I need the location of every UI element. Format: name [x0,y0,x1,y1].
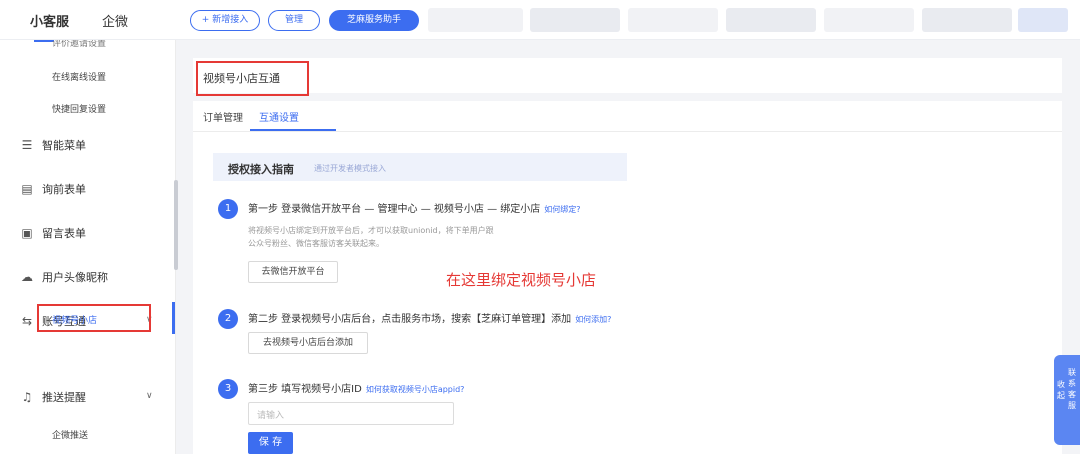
scroll-marker [34,40,54,42]
sidebar-item-label: 推送提醒 [42,391,86,404]
guide-title: 授权接入指南 [228,163,294,176]
step-title-text: 第一步 登录微信开放平台 — 管理中心 — 视频号小店 — 绑定小店 [248,204,541,215]
blurred-tab[interactable] [428,8,523,32]
sidebar-item-leave-form[interactable]: ▣ 留言表单 [20,225,86,241]
step-title: 第二步 登录视频号小店后台，点击服务市场，搜索【芝麻订单管理】添加 如何添加? [248,310,611,325]
sidebar-item-avatar-nick[interactable]: ☁ 用户头像昵称 [20,269,108,285]
tab-divider [193,131,1062,132]
sidebar-item-label: 用户头像昵称 [42,271,108,284]
sidebar-item-evaluation[interactable]: 评价邀请设置 [52,40,106,49]
blurred-tab[interactable] [824,8,914,32]
step-number: 1 [218,199,238,219]
save-button[interactable]: 保 存 [248,432,293,454]
active-indicator [172,302,175,334]
step-description: 公众号粉丝、微信客服访客关联起来。 [248,239,384,248]
wecom-tab[interactable]: 企微 [102,11,128,30]
step-title-text: 第二步 登录视频号小店后台，点击服务市场，搜索【芝麻订单管理】添加 [248,314,572,325]
how-to-get-appid-link[interactable]: 如何获取视频号小店appid? [366,385,465,394]
shop-id-input[interactable]: 请输入 [248,402,454,425]
cloud-icon: ☁ [21,270,33,284]
blurred-tab[interactable] [1018,8,1068,32]
chevron-down-icon[interactable]: ∨ [146,391,153,401]
sidebar-item-push-remind[interactable]: ♫ 推送提醒 [20,389,86,405]
manage-button[interactable]: 管理 [268,10,320,31]
sidebar-item-online-offline[interactable]: 在线离线设置 [52,70,106,83]
sidebar-item-label: 留言表单 [42,227,86,240]
bell-icon: ♫ [21,390,33,404]
blurred-tab[interactable] [530,8,620,32]
how-to-add-link[interactable]: 如何添加? [575,315,611,324]
floating-panel[interactable]: 收起 联系客服 [1054,355,1080,445]
blurred-tab[interactable] [726,8,816,32]
sidebar-item-quick-reply[interactable]: 快捷回复设置 [52,102,106,115]
message-form-icon: ▣ [21,226,33,240]
step-title-text: 第三步 填写视频号小店ID [248,384,362,395]
tab-link-settings[interactable]: 互通设置 [259,109,299,124]
step-title: 第三步 填写视频号小店ID 如何获取视频号小店appid? [248,380,464,395]
open-platform-button[interactable]: 去微信开放平台 [248,261,338,283]
step-number: 2 [218,309,238,329]
step-title: 第一步 登录微信开放平台 — 管理中心 — 视频号小店 — 绑定小店 如何绑定? [248,200,581,215]
sidebar-item-pre-form[interactable]: ▤ 询前表单 [20,181,86,197]
contact-service-label[interactable]: 联系客服 [1068,367,1077,411]
top-bar: 小客服 企微 + 新增接入 管理 芝麻服务助手 [0,0,1080,40]
step-description: 将视频号小店绑定到开放平台后，才可以获取unionid，将下单用户跟 [248,226,494,235]
step-number: 3 [218,379,238,399]
sidebar-item-wecom-push[interactable]: 企微推送 [52,428,88,441]
assistant-button[interactable]: 芝麻服务助手 [329,10,419,31]
shop-backend-button[interactable]: 去视频号小店后台添加 [248,332,368,354]
add-access-button[interactable]: + 新增接入 [190,10,260,31]
how-to-bind-link[interactable]: 如何绑定? [544,205,580,214]
tab-order-management[interactable]: 订单管理 [203,109,243,124]
form-icon: ▤ [21,182,33,196]
list-icon: ☰ [21,138,33,152]
sidebar-scrollbar[interactable] [174,180,178,270]
brand-tab[interactable]: 小客服 [30,11,69,30]
blurred-tab[interactable] [922,8,1012,32]
link-icon: ⇆ [21,314,33,328]
sidebar-item-video-shop[interactable]: 视频号小店 [37,304,151,332]
sidebar: 评价邀请设置 在线离线设置 快捷回复设置 ☰ 智能菜单 ▤ 询前表单 ▣ 留言表… [0,40,176,454]
blurred-tab[interactable] [628,8,718,32]
sidebar-item-smart-menu[interactable]: ☰ 智能菜单 [20,137,86,153]
sidebar-item-label: 询前表单 [42,183,86,196]
guide-subtitle: 通过开发者模式接入 [314,164,386,173]
page-title: 视频号小店互通 [203,72,280,85]
collapse-label[interactable]: 收起 [1057,379,1066,401]
page-header [193,58,1062,93]
annotation-text: 在这里绑定视频号小店 [446,271,597,289]
sidebar-item-label: 智能菜单 [42,139,86,152]
